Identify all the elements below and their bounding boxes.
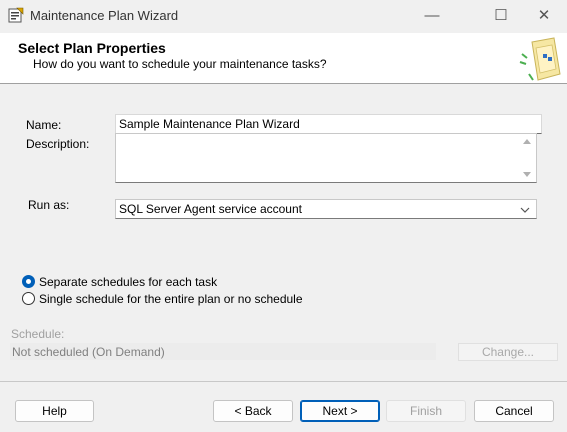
back-button[interactable]: < Back — [213, 400, 293, 422]
runas-value: SQL Server Agent service account — [119, 202, 302, 216]
separate-schedules-radio[interactable] — [22, 275, 35, 288]
name-label: Name: — [26, 118, 62, 132]
separate-schedules-label[interactable]: Separate schedules for each task — [39, 275, 217, 289]
next-button[interactable]: Next > — [300, 400, 380, 422]
description-textarea[interactable] — [115, 133, 537, 183]
wizard-app-icon — [8, 7, 24, 23]
single-schedule-label[interactable]: Single schedule for the entire plan or n… — [39, 292, 303, 306]
cancel-button[interactable]: Cancel — [474, 400, 554, 422]
finish-button[interactable]: Finish — [386, 400, 466, 422]
close-icon: ✕ — [537, 7, 551, 24]
description-scrollbar[interactable] — [518, 134, 536, 182]
wizard-graphic-icon — [518, 36, 562, 82]
footer-divider — [0, 381, 567, 382]
scroll-down-icon — [523, 172, 531, 177]
page-subtitle: How do you want to schedule your mainten… — [33, 57, 327, 71]
title-bar: Maintenance Plan Wizard — ☐ ✕ — [0, 0, 567, 32]
chevron-down-icon — [520, 204, 530, 218]
maximize-icon: ☐ — [494, 7, 508, 24]
change-schedule-button[interactable]: Change... — [458, 343, 558, 361]
runas-select[interactable]: SQL Server Agent service account — [115, 199, 537, 219]
schedule-value: Not scheduled (On Demand) — [12, 345, 165, 359]
close-button[interactable]: ✕ — [521, 0, 567, 30]
window-title: Maintenance Plan Wizard — [30, 8, 179, 23]
schedule-label: Schedule: — [11, 327, 65, 341]
minimize-icon: — — [424, 6, 440, 24]
maximize-button[interactable]: ☐ — [478, 0, 524, 30]
name-input[interactable] — [115, 114, 542, 134]
header-banner: Select Plan Properties How do you want t… — [0, 33, 567, 84]
page-title: Select Plan Properties — [18, 40, 166, 56]
scroll-up-icon — [523, 139, 531, 144]
schedule-field: Not scheduled (On Demand) — [10, 343, 436, 360]
minimize-button[interactable]: — — [409, 0, 455, 30]
help-button[interactable]: Help — [15, 400, 94, 422]
runas-label: Run as: — [28, 198, 70, 212]
single-schedule-radio[interactable] — [22, 292, 35, 305]
description-label: Description: — [26, 137, 90, 151]
